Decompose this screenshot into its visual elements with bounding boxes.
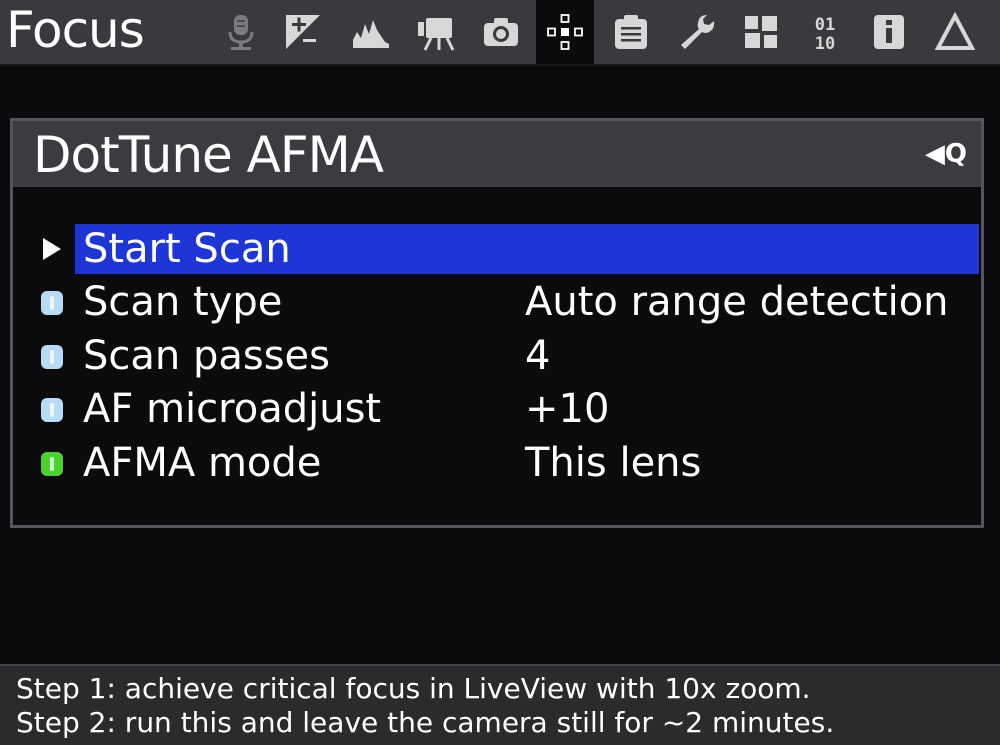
setting-marker-icon <box>41 291 63 315</box>
menu-item-scan-type[interactable]: Scan type Auto range detection <box>13 276 981 328</box>
tab-display[interactable] <box>602 4 660 60</box>
menu-item-label: Scan passes <box>83 333 330 379</box>
menu-item-af-microadjust[interactable]: AF microadjust +10 <box>13 383 981 435</box>
back-q-hint[interactable]: ◀Q <box>925 139 967 169</box>
help-line-1: Step 1: achieve critical focus in LiveVi… <box>16 672 811 705</box>
tab-audio[interactable] <box>212 4 270 60</box>
tab-overlay[interactable] <box>342 4 400 60</box>
delta-icon <box>935 12 975 50</box>
menu-item-label: AF microadjust <box>83 386 382 432</box>
tab-movie[interactable] <box>406 4 464 60</box>
tab-expo[interactable] <box>274 4 332 60</box>
tab-delta[interactable] <box>926 4 984 60</box>
tab-modules[interactable] <box>732 4 790 60</box>
submenu-header: DotTune AFMA ◀Q <box>13 121 981 187</box>
menu-title: Focus <box>6 1 145 59</box>
menu-item-label: Start Scan <box>83 226 291 272</box>
menu-item-scan-passes[interactable]: Scan passes 4 <box>13 330 981 382</box>
setting-marker-icon <box>41 398 63 422</box>
menu-item-start-scan[interactable]: Start Scan <box>13 223 981 275</box>
play-arrow-icon <box>43 238 61 260</box>
menu-top-bar: Focus 01 10 <box>0 0 1000 66</box>
svg-text:10: 10 <box>815 34 835 52</box>
debug-binary-icon: 01 10 <box>815 15 835 52</box>
help-footer: Step 1: achieve critical focus in LiveVi… <box>0 664 1000 745</box>
menu-item-value: Auto range detection <box>525 279 949 325</box>
menu-item-label: Scan type <box>83 279 283 325</box>
tab-debug[interactable]: 01 10 <box>796 4 854 60</box>
tab-shoot[interactable] <box>472 4 530 60</box>
submenu-title: DotTune AFMA <box>33 126 384 184</box>
tab-info[interactable] <box>860 4 918 60</box>
focus-icon <box>547 14 583 50</box>
histogram-icon <box>353 20 389 48</box>
menu-item-label: AFMA mode <box>83 440 322 486</box>
wrench-icon <box>681 15 715 49</box>
menu-item-value: This lens <box>525 440 702 486</box>
audio-microphone-icon <box>228 15 254 50</box>
tab-prefs[interactable] <box>668 4 726 60</box>
setting-marker-active-icon <box>41 452 63 476</box>
camera-icon <box>484 18 518 46</box>
menu-item-value: +10 <box>525 386 610 432</box>
menu-item-value: 4 <box>525 333 551 379</box>
info-icon <box>874 15 904 49</box>
help-line-2: Step 2: run this and leave the camera st… <box>16 706 835 739</box>
movie-camera-icon <box>418 18 455 51</box>
tab-focus[interactable] <box>536 0 594 64</box>
menu-item-afma-mode[interactable]: AFMA mode This lens <box>13 437 981 489</box>
exposure-compensation-icon <box>286 15 320 49</box>
clipboard-icon <box>615 15 647 49</box>
modules-icon <box>745 16 777 48</box>
svg-text:01: 01 <box>815 15 835 35</box>
submenu-panel: DotTune AFMA ◀Q Start Scan Scan type Aut… <box>10 118 984 528</box>
setting-marker-icon <box>41 345 63 369</box>
